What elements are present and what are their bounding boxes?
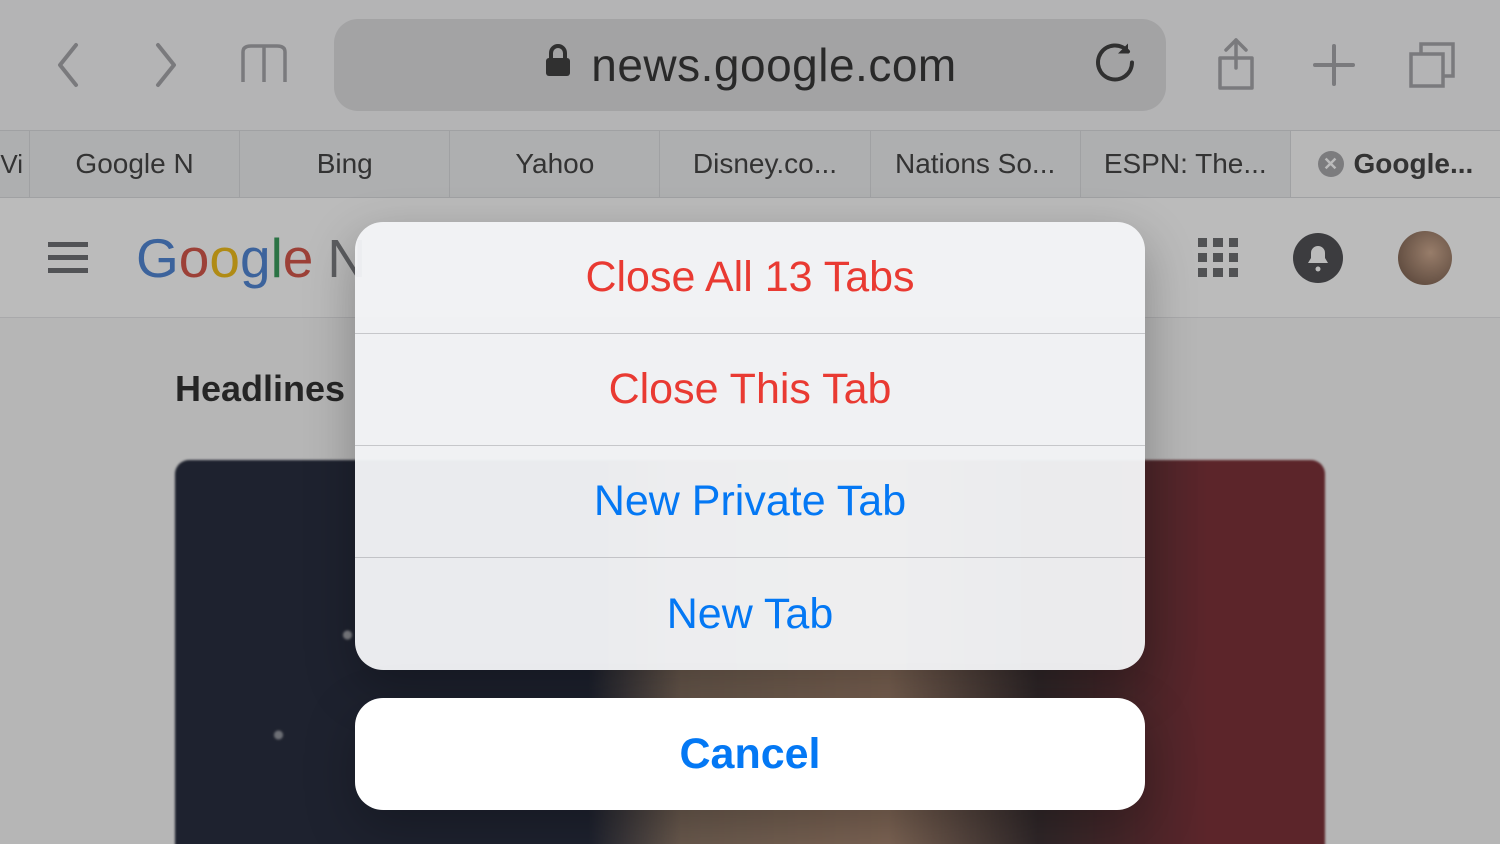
action-label: New Private Tab xyxy=(594,477,906,526)
action-label: Close All 13 Tabs xyxy=(585,253,914,302)
action-label: Cancel xyxy=(679,730,820,779)
close-this-tab-action[interactable]: Close This Tab xyxy=(355,334,1145,446)
action-label: New Tab xyxy=(667,590,834,639)
new-tab-action[interactable]: New Tab xyxy=(355,558,1145,670)
cancel-action[interactable]: Cancel xyxy=(355,698,1145,810)
action-label: Close This Tab xyxy=(609,365,892,414)
action-sheet: Close All 13 Tabs Close This Tab New Pri… xyxy=(355,222,1145,810)
modal-scrim[interactable]: Close All 13 Tabs Close This Tab New Pri… xyxy=(0,0,1500,844)
new-private-tab-action[interactable]: New Private Tab xyxy=(355,446,1145,558)
close-all-tabs-action[interactable]: Close All 13 Tabs xyxy=(355,222,1145,334)
